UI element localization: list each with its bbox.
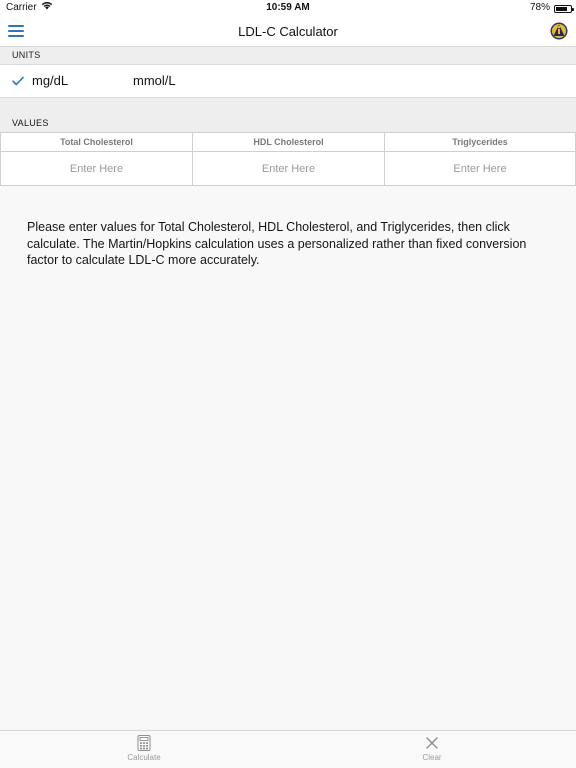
triglycerides-label: Triglycerides xyxy=(385,133,575,152)
units-selector: mg/dL mmol/L xyxy=(0,64,576,98)
unit-option-mg-dl[interactable]: mg/dL xyxy=(12,65,68,97)
instructions-text: Please enter values for Total Cholestero… xyxy=(27,220,527,267)
calculate-button[interactable]: Calculate xyxy=(104,735,184,767)
screen: Carrier 10:59 AM 78% LDL-C Calculator UN… xyxy=(0,0,576,768)
app-logo-icon[interactable] xyxy=(550,22,568,40)
status-bar: Carrier 10:59 AM 78% xyxy=(0,0,576,16)
total-cholesterol-label: Total Cholesterol xyxy=(1,133,192,152)
page-title: LDL-C Calculator xyxy=(238,24,338,39)
nav-bar: LDL-C Calculator xyxy=(0,16,576,47)
battery-fill xyxy=(556,6,567,11)
triglycerides-cell: Triglycerides xyxy=(384,132,576,186)
units-header: UNITS xyxy=(0,47,576,64)
tab-bar: Calculate Clear xyxy=(0,730,576,768)
values-header: VALUES xyxy=(0,98,576,132)
hdl-cholesterol-label: HDL Cholesterol xyxy=(193,133,384,152)
clear-button[interactable]: Clear xyxy=(392,735,472,767)
checkmark-icon xyxy=(12,66,26,98)
triglycerides-input[interactable] xyxy=(385,152,575,185)
status-right: 78% xyxy=(529,0,574,16)
hdl-cholesterol-cell: HDL Cholesterol xyxy=(192,132,384,186)
clear-label: Clear xyxy=(422,753,442,762)
unit-option-mmol-l[interactable]: mmol/L xyxy=(133,65,176,97)
status-time: 10:59 AM xyxy=(266,2,310,13)
total-cholesterol-cell: Total Cholesterol xyxy=(0,132,192,186)
battery-icon xyxy=(554,4,574,13)
unit-option-label: mmol/L xyxy=(133,73,176,88)
battery-percent: 78% xyxy=(529,2,550,13)
unit-option-label: mg/dL xyxy=(32,73,69,88)
values-grid: Total Cholesterol HDL Cholesterol Trigly… xyxy=(0,132,576,186)
total-cholesterol-input[interactable] xyxy=(1,152,192,185)
calculate-label: Calculate xyxy=(127,753,161,762)
close-icon xyxy=(425,735,439,751)
calculator-icon xyxy=(137,735,151,751)
hdl-cholesterol-input[interactable] xyxy=(193,152,384,185)
